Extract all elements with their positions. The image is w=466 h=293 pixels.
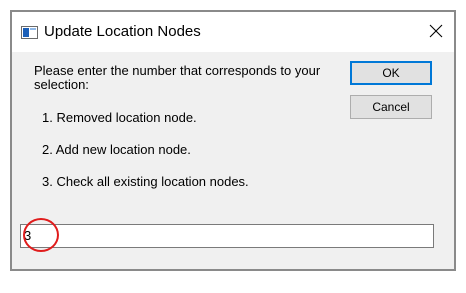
cancel-button[interactable]: Cancel (350, 95, 432, 119)
dialog-window: Update Location Nodes Please enter the n… (10, 10, 456, 271)
option-1: 1. Removed location node. (42, 110, 197, 125)
option-2: 2. Add new location node. (42, 142, 191, 157)
selection-input[interactable]: 3 (20, 224, 434, 248)
app-window-icon (21, 26, 38, 39)
close-icon (429, 24, 443, 38)
window-title: Update Location Nodes (44, 23, 201, 40)
close-button[interactable] (422, 18, 450, 44)
option-3: 3. Check all existing location nodes. (42, 174, 249, 189)
prompt-text: Please enter the number that corresponds… (34, 63, 321, 92)
title-bar[interactable]: Update Location Nodes (12, 12, 454, 52)
ok-button[interactable]: OK (350, 61, 432, 85)
